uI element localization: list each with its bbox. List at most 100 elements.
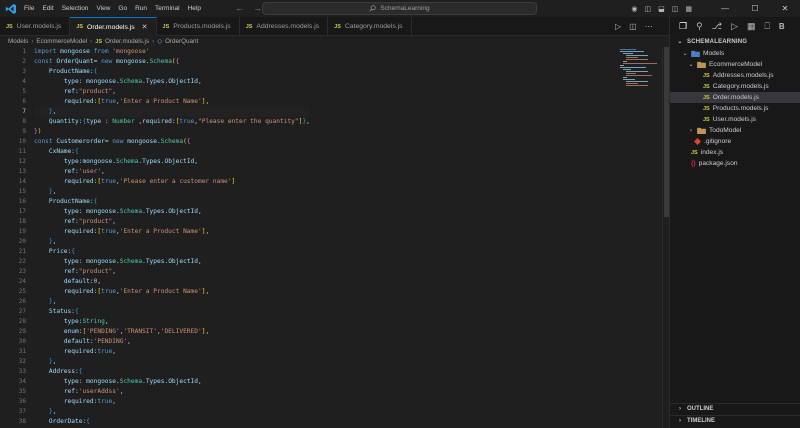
line-number: 10: [18, 138, 26, 145]
breadcrumb-symbol[interactable]: OrderQuant: [165, 38, 198, 45]
line-number: 13: [18, 168, 26, 175]
tab-order-models[interactable]: JS Order.models.js ✕: [70, 17, 157, 36]
close-window-icon[interactable]: ✕: [770, 4, 800, 13]
tab-addresses-models[interactable]: JS Addresses.models.js: [240, 17, 329, 36]
run-debug-icon[interactable]: ▷: [731, 21, 738, 31]
tree-item-gitignore[interactable]: .gitignore: [670, 136, 800, 147]
line-number: 29: [18, 328, 26, 335]
workspace-name: SCHEMALEARNING: [687, 38, 748, 45]
customize-layout-icon[interactable]: ▦: [685, 5, 692, 13]
split-editor-icon[interactable]: ◫: [629, 22, 637, 31]
line-number: 3: [22, 68, 26, 75]
code-line: default:0,: [63, 278, 102, 285]
breadcrumb-ecommercemodel[interactable]: EcommerceModel: [36, 38, 87, 45]
line-number: 11: [18, 148, 26, 155]
menu-file[interactable]: File: [24, 5, 34, 12]
menu-view[interactable]: View: [96, 5, 110, 12]
code-line: },: [48, 358, 57, 365]
forward-arrow-icon[interactable]: →: [253, 3, 262, 13]
line-number: 34: [18, 378, 26, 385]
chevron-down-icon: ⌄: [688, 62, 694, 68]
code-editor[interactable]: 1 2 3 4 5 6 7 8 9 10 11 12 13 14 15 16 17 18 19 20 21 22 23 24 2…: [0, 47, 617, 428]
js-file-icon: JS: [703, 83, 710, 90]
tab-products-models[interactable]: JS Products.models.js: [157, 17, 240, 36]
code-line: import mongoose from 'mongoose': [34, 48, 150, 55]
json-file-icon: {}: [691, 160, 696, 167]
line-number: 30: [18, 338, 26, 345]
tab-label: Category.models.js: [344, 23, 403, 30]
copilot-icon[interactable]: ◉: [631, 5, 637, 13]
remote-explorer-icon[interactable]: ⎕: [764, 21, 769, 31]
toggle-panel-icon[interactable]: ⬓: [658, 5, 665, 13]
code-line: const Customerorder= new mongoose.Schema…: [34, 138, 191, 145]
breadcrumb-file[interactable]: Order.models.js: [105, 38, 149, 45]
line-number: 19: [18, 228, 26, 235]
bootstrap-icon[interactable]: B: [779, 22, 785, 31]
line-number: 7: [22, 108, 26, 115]
line-number-gutter: 1 2 3 4 5 6 7 8 9 10 11 12 13 14 15 16 17 18 19 20 21 22 23 24 2…: [0, 47, 28, 428]
line-number: 4: [22, 78, 26, 85]
breadcrumb-models[interactable]: Models: [8, 38, 28, 45]
source-control-icon[interactable]: ⎇: [712, 21, 722, 31]
extensions-icon[interactable]: ▦: [747, 21, 756, 31]
line-number: 38: [18, 418, 26, 425]
tree-item-label: Products.models.js: [712, 105, 769, 112]
code-line: type: mongoose.Schema.Types.ObjectId,: [63, 258, 202, 265]
code-line: type: mongoose.Schema.Types.ObjectId,: [63, 208, 202, 215]
line-number: 26: [18, 298, 26, 305]
tree-item-label: index.js: [700, 149, 724, 156]
tree-item-category-models[interactable]: JS Category.models.js: [670, 81, 800, 92]
tab-user-models[interactable]: JS User.models.js: [0, 17, 71, 36]
tree-item-products-models[interactable]: JS Products.models.js: [670, 103, 800, 114]
line-number: 16: [18, 198, 26, 205]
command-center-search[interactable]: SchemaLearning: [262, 2, 537, 15]
more-actions-icon[interactable]: ⋯: [645, 22, 653, 31]
tree-item-index-js[interactable]: JS index.js: [670, 147, 800, 158]
explorer-root-header[interactable]: ⌄ SCHEMALEARNING: [670, 35, 800, 48]
tab-category-models[interactable]: JS Category.models.js: [328, 17, 412, 36]
line-number: 33: [18, 368, 26, 375]
menu-go[interactable]: Go: [118, 5, 127, 12]
minimize-icon[interactable]: —: [710, 4, 740, 13]
menu-edit[interactable]: Edit: [42, 5, 53, 12]
line-number: 37: [18, 408, 26, 415]
code-content: import mongoose from 'mongoose' const Or…: [34, 47, 310, 427]
menu-run[interactable]: Run: [135, 5, 147, 12]
toggle-sidebar-right-icon[interactable]: ◫: [672, 5, 679, 13]
breadcrumb-separator-icon: ›: [152, 38, 155, 45]
code-line: type: mongoose.Schema.Types.ObjectId,: [63, 78, 202, 85]
explorer-icon[interactable]: ❐: [679, 21, 687, 31]
menu-terminal[interactable]: Terminal: [155, 5, 180, 12]
run-icon[interactable]: ▷: [615, 22, 621, 31]
code-line: type:String,: [63, 318, 109, 325]
tree-item-todomodel[interactable]: › TodoModel: [670, 125, 800, 136]
tree-item-package-json[interactable]: {} package.json: [670, 158, 800, 169]
outline-panel-header[interactable]: › OUTLINE: [670, 403, 800, 414]
back-arrow-icon[interactable]: ←: [235, 3, 244, 13]
search-view-icon[interactable]: ⚲: [696, 21, 703, 31]
toggle-sidebar-left-icon[interactable]: ◫: [645, 5, 652, 13]
maximize-icon[interactable]: ☐: [740, 4, 770, 13]
symbol-variable-icon: ◇: [157, 38, 163, 45]
menu-help[interactable]: Help: [188, 5, 201, 12]
js-file-icon: JS: [703, 72, 710, 79]
timeline-panel-header[interactable]: › TIMELINE: [670, 415, 800, 426]
js-file-icon: JS: [703, 105, 710, 112]
vertical-scrollbar[interactable]: [662, 47, 669, 428]
tree-item-addresses-models[interactable]: JS Addresses.models.js: [670, 70, 800, 81]
tree-item-label: User.models.js: [712, 116, 756, 123]
close-tab-icon[interactable]: ✕: [142, 23, 148, 31]
code-line: CxName:{: [48, 148, 79, 155]
code-line: Quantity:{type : Number ,required:[true,…: [48, 118, 310, 125]
js-file-icon: JS: [703, 94, 710, 101]
tree-item-models[interactable]: ⌄ Models: [670, 48, 800, 59]
code-line: required:[true,'Enter a Product Name'],: [63, 288, 210, 295]
minimap[interactable]: [617, 47, 662, 428]
folder-open-icon: [697, 61, 706, 68]
menu-selection[interactable]: Selection: [62, 5, 89, 12]
vscode-logo-icon: [4, 2, 18, 16]
tree-item-ecommercemodel[interactable]: ⌄ EcommerceModel: [670, 59, 800, 70]
tree-item-user-models[interactable]: JS User.models.js: [670, 114, 800, 125]
tree-item-label: package.json: [698, 160, 738, 167]
tree-item-order-models[interactable]: JS Order.models.js: [670, 92, 800, 103]
